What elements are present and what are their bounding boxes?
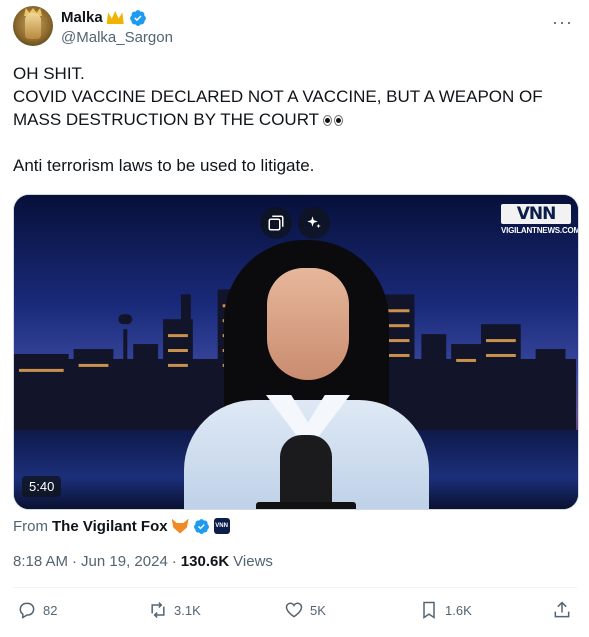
fox-emoji-icon [171, 518, 189, 534]
meta-separator: · [171, 553, 177, 570]
divider [13, 587, 577, 588]
bookmark-button[interactable]: 1.6K [419, 600, 472, 620]
repost-icon [151, 601, 165, 619]
tweet-meta: 8:18 AM · Jun 19, 2024 · 130.6K Views [13, 553, 273, 570]
views-label: Views [233, 553, 273, 570]
repost-count: 3.1K [174, 602, 201, 618]
vnn-affiliate-badge-icon[interactable]: VNN [213, 518, 230, 534]
video-player[interactable]: VNN VIGILANTNEWS.COM 5:40 [13, 194, 579, 510]
avatar[interactable] [13, 6, 53, 46]
tweet-line-3: Anti terrorism laws to be used to litiga… [13, 156, 315, 175]
verified-badge-icon[interactable] [129, 9, 147, 27]
display-name[interactable]: Malka [61, 9, 103, 26]
like-count: 5K [310, 602, 326, 618]
tweet-date[interactable]: Jun 19, 2024 [81, 553, 168, 570]
bookmark-icon [423, 601, 435, 619]
eyes-emoji-icon [323, 115, 344, 126]
action-bar: 82 3.1K 5K 1.6K [13, 600, 577, 626]
vnn-logo: VNN VIGILANTNEWS.COM [501, 204, 579, 235]
reply-count: 82 [43, 602, 58, 618]
verified-badge-icon [193, 518, 209, 534]
sparkle-icon[interactable] [298, 207, 330, 239]
picture-in-picture-icon[interactable] [260, 207, 292, 239]
share-button[interactable] [552, 600, 572, 620]
from-label: From [13, 517, 48, 535]
like-button[interactable]: 5K [284, 600, 326, 620]
views-count: 130.6K [180, 553, 230, 570]
author-names: Malka @Malka_Sargon [61, 8, 173, 46]
tweet-line-2: COVID VACCINE DECLARED NOT A VACCINE, BU… [13, 85, 579, 131]
tweet-text: OH SHIT. COVID VACCINE DECLARED NOT A VA… [13, 62, 579, 177]
repost-button[interactable]: 3.1K [148, 600, 201, 620]
tweet-line-1: OH SHIT. [13, 64, 85, 83]
crown-emoji-icon [106, 11, 124, 24]
more-options-icon[interactable]: ··· [552, 12, 573, 33]
meta-separator: · [72, 553, 78, 570]
presenter [184, 240, 429, 509]
video-source: From The Vigilant Fox VNN [13, 516, 230, 536]
tweet-header: Malka @Malka_Sargon ··· [13, 6, 577, 50]
reply-icon [19, 602, 35, 619]
microphone [280, 435, 332, 509]
heart-icon [285, 602, 303, 618]
source-name[interactable]: The Vigilant Fox [52, 518, 168, 535]
tweet-line-2-text: COVID VACCINE DECLARED NOT A VACCINE, BU… [13, 87, 543, 129]
display-name-row: Malka [61, 8, 173, 27]
share-icon [554, 601, 570, 618]
reply-button[interactable]: 82 [17, 600, 57, 620]
video-duration: 5:40 [22, 476, 62, 497]
bookmark-count: 1.6K [445, 602, 472, 618]
handle[interactable]: @Malka_Sargon [61, 29, 173, 46]
tweet-time[interactable]: 8:18 AM [13, 553, 68, 570]
